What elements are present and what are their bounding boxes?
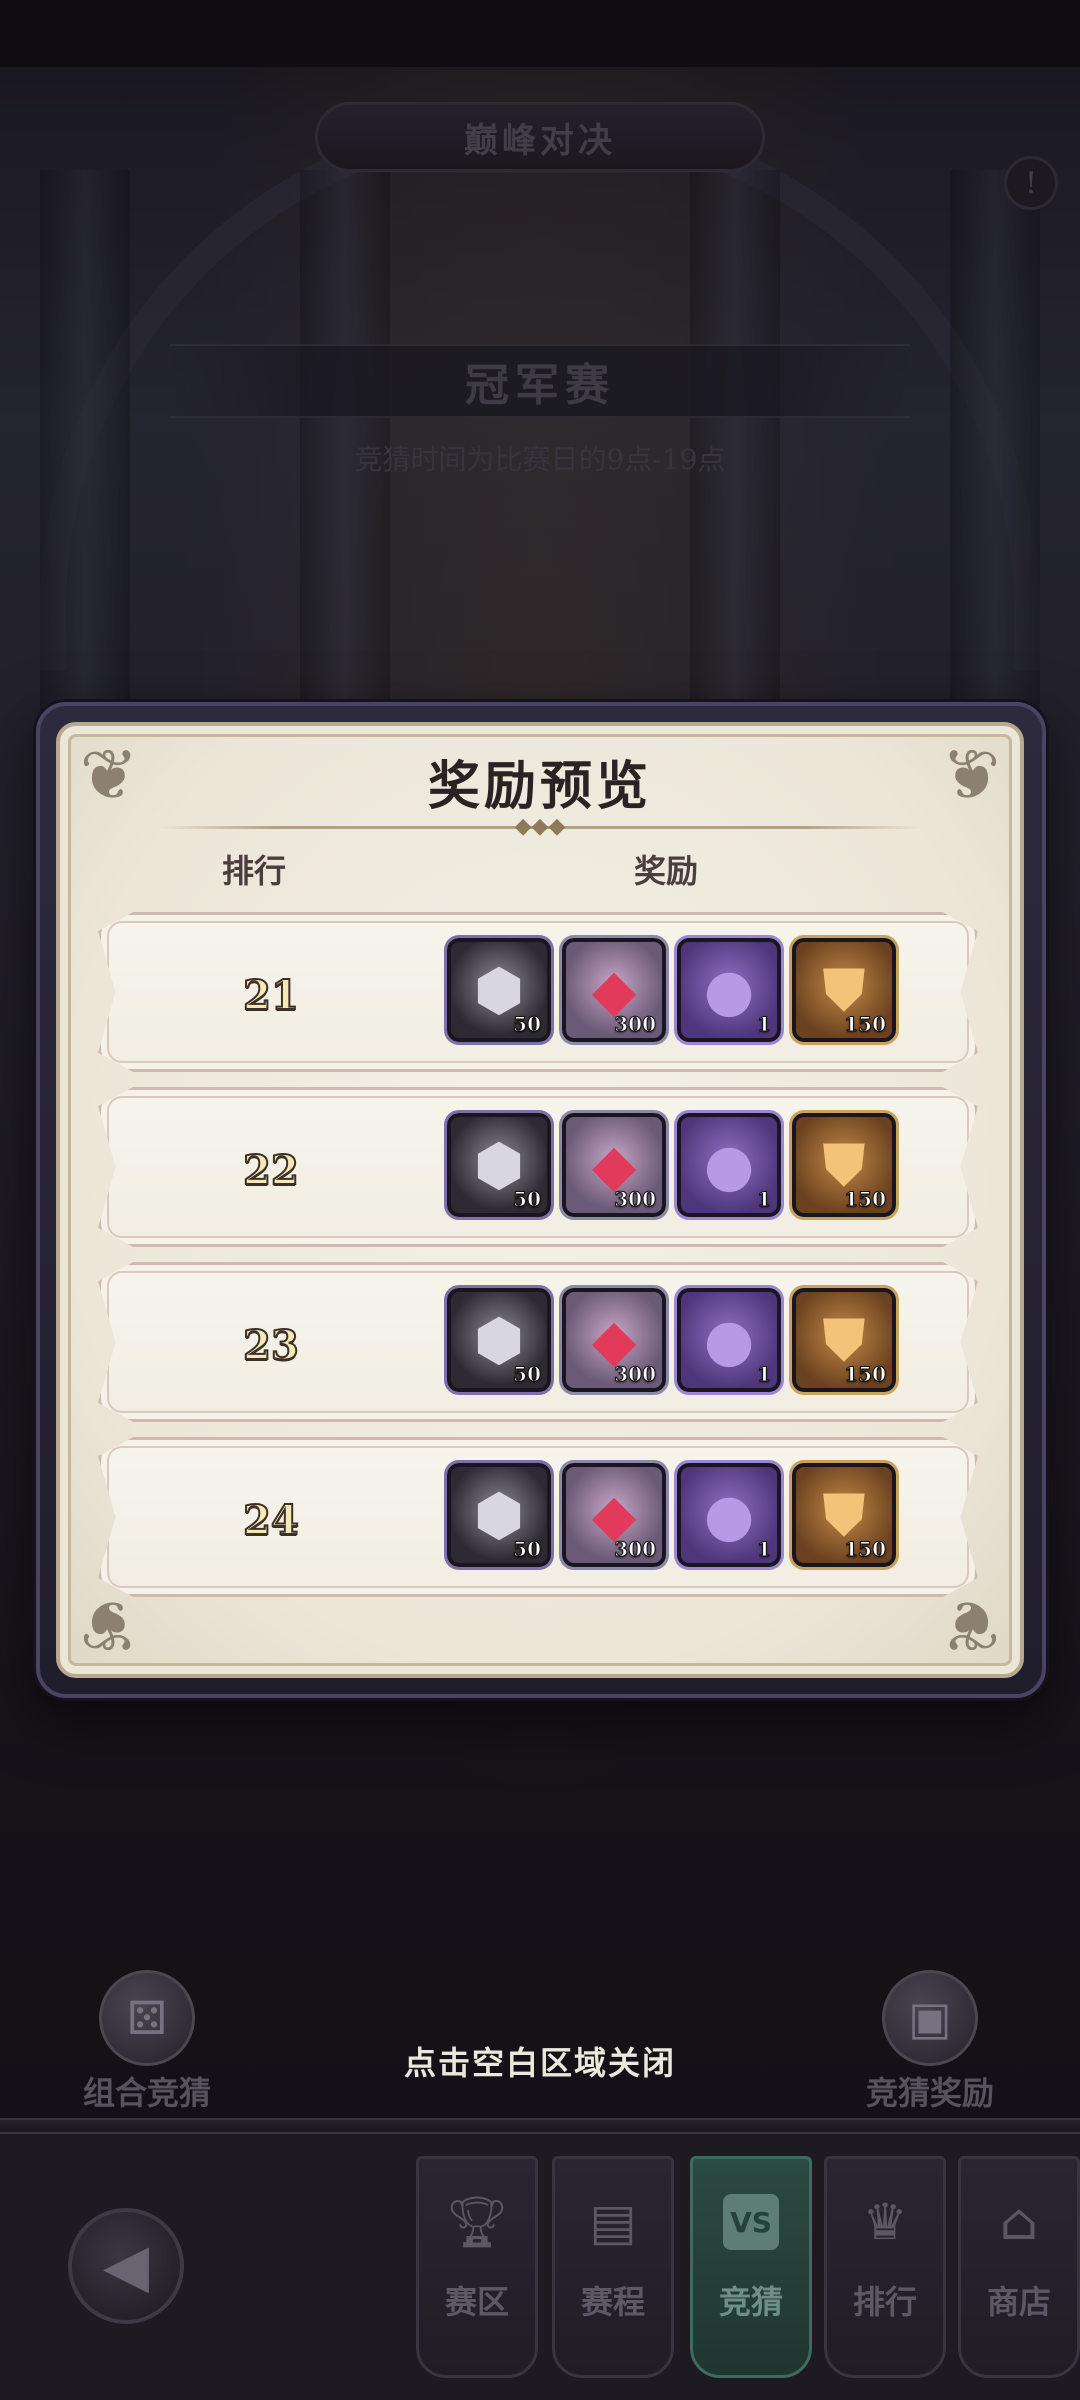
divider-ornament-icon: ◆◆◆ <box>514 814 566 839</box>
tab-label: 竞猜 <box>718 2283 783 2321</box>
column-header-reward: 奖励 <box>634 852 699 890</box>
rank-number: 22 <box>242 1146 300 1195</box>
reward-row: 24 ⬢ 50 ◆ 300 ● 1 ⛊ 150 <box>98 1437 978 1597</box>
reward-row: 22 ⬢ 50 ◆ 300 ● 1 ⛊ 150 <box>98 1087 978 1247</box>
tab-label: 商店 <box>986 2283 1051 2321</box>
reward-item[interactable]: ● 1 <box>677 1113 781 1217</box>
corner-ornament-icon: ❦ <box>79 734 139 816</box>
tab-label: 赛程 <box>580 2283 645 2321</box>
combo-bet-label: 组合竞猜 <box>82 2074 211 2112</box>
item-quantity: 300 <box>614 1362 657 1387</box>
item-quantity: 50 <box>513 1187 542 1212</box>
item-quantity: 300 <box>614 1537 657 1562</box>
tab-shop[interactable]: ⌂ 商店 <box>958 2156 1080 2378</box>
chest-icon: ▣ <box>882 1970 978 2066</box>
corner-ornament-icon: ❦ <box>941 734 1001 816</box>
trophy-icon: 🏆︎ <box>445 2192 509 2251</box>
vs-badge: VS <box>723 2194 779 2250</box>
tab-betting[interactable]: VS 竞猜 <box>690 2156 812 2378</box>
reward-item[interactable]: ⬢ 50 <box>447 1463 551 1567</box>
item-quantity: 1 <box>757 1362 772 1387</box>
reward-item[interactable]: ● 1 <box>677 1288 781 1392</box>
popup-title: 奖励预览 <box>427 756 652 817</box>
column-header-rank: 排行 <box>222 852 287 890</box>
rank-number: 24 <box>242 1496 300 1545</box>
item-quantity: 300 <box>614 1012 657 1037</box>
tab-label: 赛区 <box>444 2283 509 2321</box>
shop-icon: ⌂ <box>999 2193 1039 2251</box>
tab-ranking[interactable]: ♛ 排行 <box>824 2156 946 2378</box>
reward-item[interactable]: ⬢ 50 <box>447 1113 551 1217</box>
reward-item[interactable]: ◆ 300 <box>562 938 666 1042</box>
item-quantity: 1 <box>757 1537 772 1562</box>
item-quantity: 150 <box>844 1187 887 1212</box>
reward-row: 21 ⬢ 50 ◆ 300 ● 1 ⛊ 150 <box>98 912 978 1072</box>
item-quantity: 300 <box>614 1187 657 1212</box>
reward-item[interactable]: ◆ 300 <box>562 1463 666 1567</box>
combo-bet-button[interactable]: ⚄ 组合竞猜 <box>72 1970 222 2114</box>
tab-schedule[interactable]: ▤ 赛程 <box>552 2156 674 2378</box>
item-quantity: 1 <box>757 1187 772 1212</box>
dice-icon: ⚄ <box>99 1970 195 2066</box>
item-quantity: 150 <box>844 1012 887 1037</box>
reward-item[interactable]: ◆ 300 <box>562 1113 666 1217</box>
crown-icon: ♛ <box>862 2193 908 2251</box>
reward-item[interactable]: ◆ 300 <box>562 1288 666 1392</box>
tab-division[interactable]: 🏆︎ 赛区 <box>416 2156 538 2378</box>
reward-item[interactable]: ⬢ 50 <box>447 1288 551 1392</box>
close-hint: 点击空白区域关闭 <box>403 2044 676 2082</box>
vs-icon: VS <box>716 2187 786 2257</box>
schedule-icon: ▤ <box>589 2193 637 2251</box>
reward-item[interactable]: ⬢ 50 <box>447 938 551 1042</box>
item-quantity: 50 <box>513 1362 542 1387</box>
rank-number: 23 <box>242 1321 300 1370</box>
item-quantity: 1 <box>757 1012 772 1037</box>
tab-label: 排行 <box>852 2283 917 2321</box>
rank-number: 21 <box>242 971 300 1020</box>
reward-item[interactable]: ⛊ 150 <box>792 938 896 1042</box>
back-arrow-icon: ◀ <box>102 2231 150 2301</box>
reward-item[interactable]: ● 1 <box>677 1463 781 1567</box>
bet-reward-label: 竞猜奖励 <box>865 2074 994 2112</box>
back-button[interactable]: ◀ <box>68 2208 184 2324</box>
reward-item[interactable]: ● 1 <box>677 938 781 1042</box>
item-quantity: 50 <box>513 1537 542 1562</box>
reward-item[interactable]: ⛊ 150 <box>792 1288 896 1392</box>
item-quantity: 150 <box>844 1537 887 1562</box>
reward-item[interactable]: ⛊ 150 <box>792 1463 896 1567</box>
nav-divider <box>0 2118 1080 2134</box>
item-quantity: 150 <box>844 1362 887 1387</box>
reward-item[interactable]: ⛊ 150 <box>792 1113 896 1217</box>
bet-reward-button[interactable]: ▣ 竞猜奖励 <box>855 1970 1005 2114</box>
reward-row: 23 ⬢ 50 ◆ 300 ● 1 ⛊ 150 <box>98 1262 978 1422</box>
item-quantity: 50 <box>513 1012 542 1037</box>
